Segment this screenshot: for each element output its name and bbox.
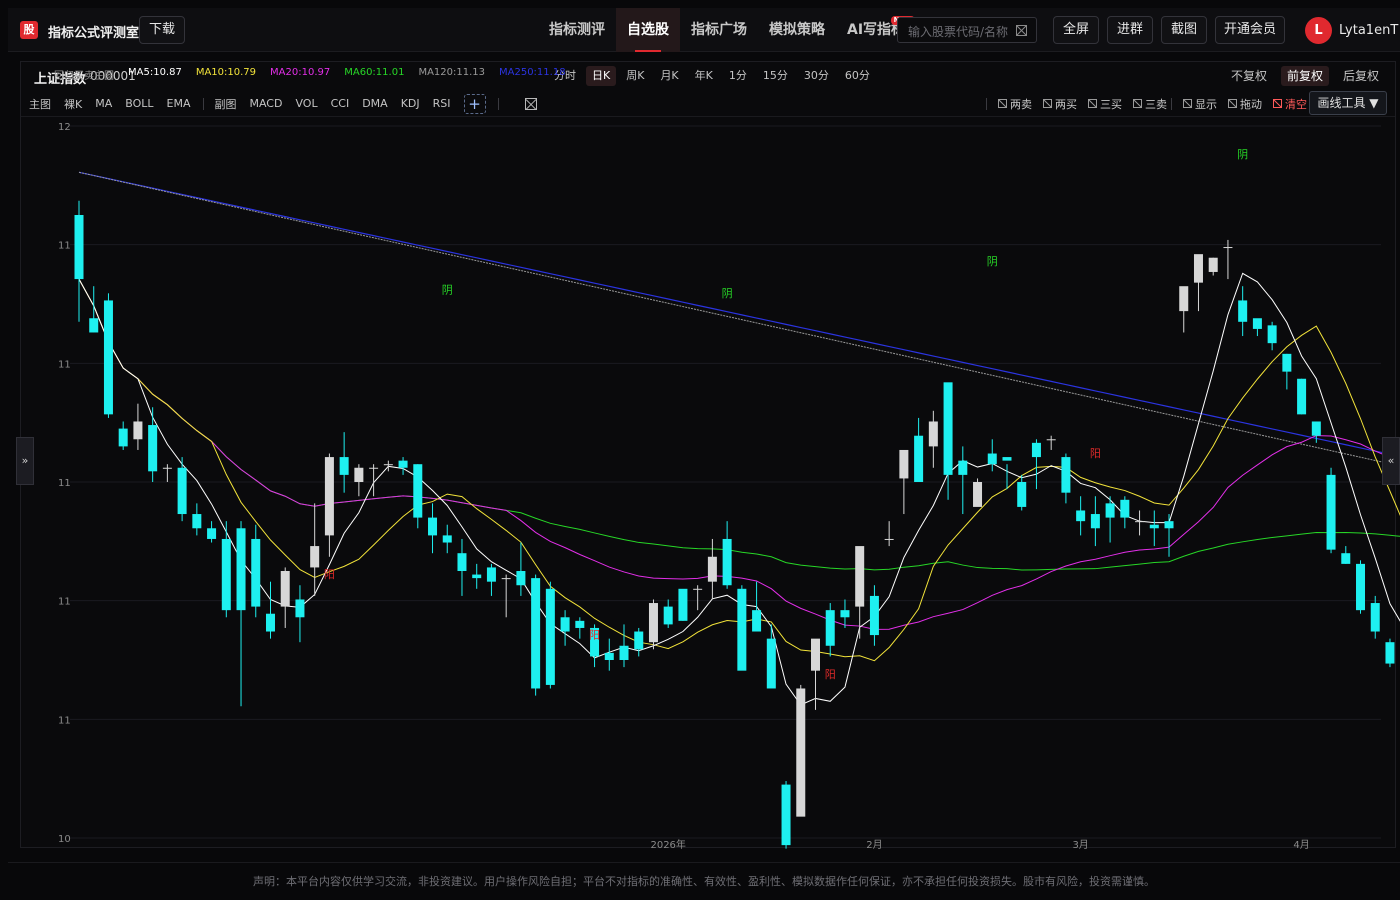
tool-three-buy[interactable]: 三买 [1088, 96, 1122, 112]
indicator-ma[interactable]: MA [95, 97, 112, 110]
period-tab[interactable]: 30分 [798, 66, 835, 86]
top-bar: 股 指标公式评测室 下载 指标测评 自选股 指标广场 模拟策略 AI写指标 NE… [8, 8, 1400, 52]
screenshot-button[interactable]: 截图 [1161, 16, 1207, 44]
legend-ma20: MA20:10.97 [270, 67, 331, 78]
legend-title: 回归买卖主图 [54, 71, 114, 82]
divider [986, 97, 987, 110]
tool-three-sell[interactable]: 三卖 [1133, 96, 1167, 112]
legend-ma120: MA120:11.13 [418, 67, 485, 78]
adjust-tab[interactable]: 不复权 [1225, 66, 1273, 86]
checkbox-icon [1273, 99, 1282, 108]
add-indicator-button[interactable]: + [463, 93, 486, 114]
period-tab[interactable]: 60分 [839, 66, 876, 86]
join-group-button[interactable]: 进群 [1107, 16, 1153, 44]
nav-indicator-review[interactable]: 指标测评 [538, 8, 616, 52]
tool-drag[interactable]: 拖动 [1228, 96, 1262, 112]
left-collapse-tab[interactable]: » [16, 437, 34, 485]
draw-tools-button[interactable]: 画线工具 ▼ [1309, 91, 1387, 115]
disclaimer: 声明：本平台内容仅供学习交流，非投资建议。用户操作风险自担；平台不对指标的准确性… [8, 862, 1400, 900]
legend-ma250: MA250:11.18 [499, 67, 566, 78]
nav-watchlist[interactable]: 自选股 [616, 8, 680, 52]
tool-show[interactable]: 显示 [1183, 96, 1217, 112]
main-indicator-label: 主图 [29, 97, 51, 111]
legend-ma10: MA10:10.79 [195, 67, 257, 78]
indicator-kdj[interactable]: KDJ [401, 97, 420, 110]
period-tab-active[interactable]: 日K [586, 66, 617, 86]
adjust-selector: 不复权 前复权 后复权 [1217, 66, 1385, 86]
adjust-tab[interactable]: 后复权 [1337, 66, 1385, 86]
indicator-naked-k[interactable]: 裸K [64, 96, 82, 112]
divider [203, 97, 205, 110]
app-title: 指标公式评测室 [48, 26, 140, 41]
close-indicator-icon[interactable] [524, 97, 537, 110]
main-nav: 指标测评 自选股 指标广场 模拟策略 AI写指标 NEW [538, 8, 916, 52]
indicator-cci[interactable]: CCI [331, 97, 350, 110]
indicator-ema[interactable]: EMA [167, 97, 191, 110]
checkbox-icon [1228, 99, 1237, 108]
period-tab[interactable]: 周K [620, 66, 650, 86]
divider [497, 97, 499, 110]
chart-panel: 上证指数 000001 分时 日K 周K 月K 年K 1分 15分 30分 60… [20, 61, 1396, 848]
indicator-rsi[interactable]: RSI [433, 97, 451, 110]
indicator-macd[interactable]: MACD [249, 97, 282, 110]
nav-indicator-square[interactable]: 指标广场 [680, 8, 758, 52]
indicator-dma[interactable]: DMA [362, 97, 388, 110]
tool-two-sell[interactable]: 两卖 [998, 96, 1032, 112]
ma-legend: 回归买卖主图 MA5:10.87 MA10:10.79 MA20:10.97 M… [54, 67, 580, 82]
app-logo: 股 [20, 21, 38, 39]
period-tab[interactable]: 15分 [757, 66, 794, 86]
signal-tools: 两卖 两买 三买 三卖 显示 拖动 清空 [982, 90, 1307, 117]
adjust-tab-active[interactable]: 前复权 [1280, 66, 1329, 86]
checkbox-icon [1133, 99, 1142, 108]
stock-search-input[interactable]: 输入股票代码/名称 [897, 17, 1037, 43]
search-placeholder: 输入股票代码/名称 [908, 25, 1009, 39]
indicator-boll[interactable]: BOLL [125, 97, 153, 110]
download-button[interactable]: 下载 [139, 16, 185, 44]
checkbox-icon [1088, 99, 1097, 108]
period-selector: 分时 日K 周K 月K 年K 1分 15分 30分 60分 [548, 66, 880, 86]
divider [1171, 97, 1172, 110]
period-tab[interactable]: 1分 [723, 66, 753, 86]
sub-indicator-label: 副图 [214, 97, 237, 111]
username[interactable]: Lyta1enT [1339, 23, 1398, 38]
tool-clear[interactable]: 清空 [1273, 96, 1307, 112]
clear-icon[interactable] [1016, 25, 1027, 36]
period-tab[interactable]: 年K [689, 66, 719, 86]
checkbox-icon [998, 99, 1007, 108]
indicator-toolbar: 主图 裸K MA BOLL EMA 副图 MACD VOL CCI DMA KD… [21, 90, 1395, 117]
legend-ma60: MA60:11.01 [344, 67, 405, 78]
tool-two-buy[interactable]: 两买 [1043, 96, 1077, 112]
membership-button[interactable]: 开通会员 [1215, 16, 1285, 44]
checkbox-icon [1183, 99, 1192, 108]
nav-sim-strategy[interactable]: 模拟策略 [758, 8, 836, 52]
indicator-vol[interactable]: VOL [295, 97, 317, 110]
checkbox-icon [1043, 99, 1052, 108]
fullscreen-button[interactable]: 全屏 [1053, 16, 1099, 44]
period-tab[interactable]: 月K [654, 66, 684, 86]
right-collapse-tab[interactable]: « [1382, 437, 1400, 485]
avatar[interactable]: L [1305, 17, 1332, 44]
legend-ma5: MA5:10.87 [128, 67, 182, 78]
